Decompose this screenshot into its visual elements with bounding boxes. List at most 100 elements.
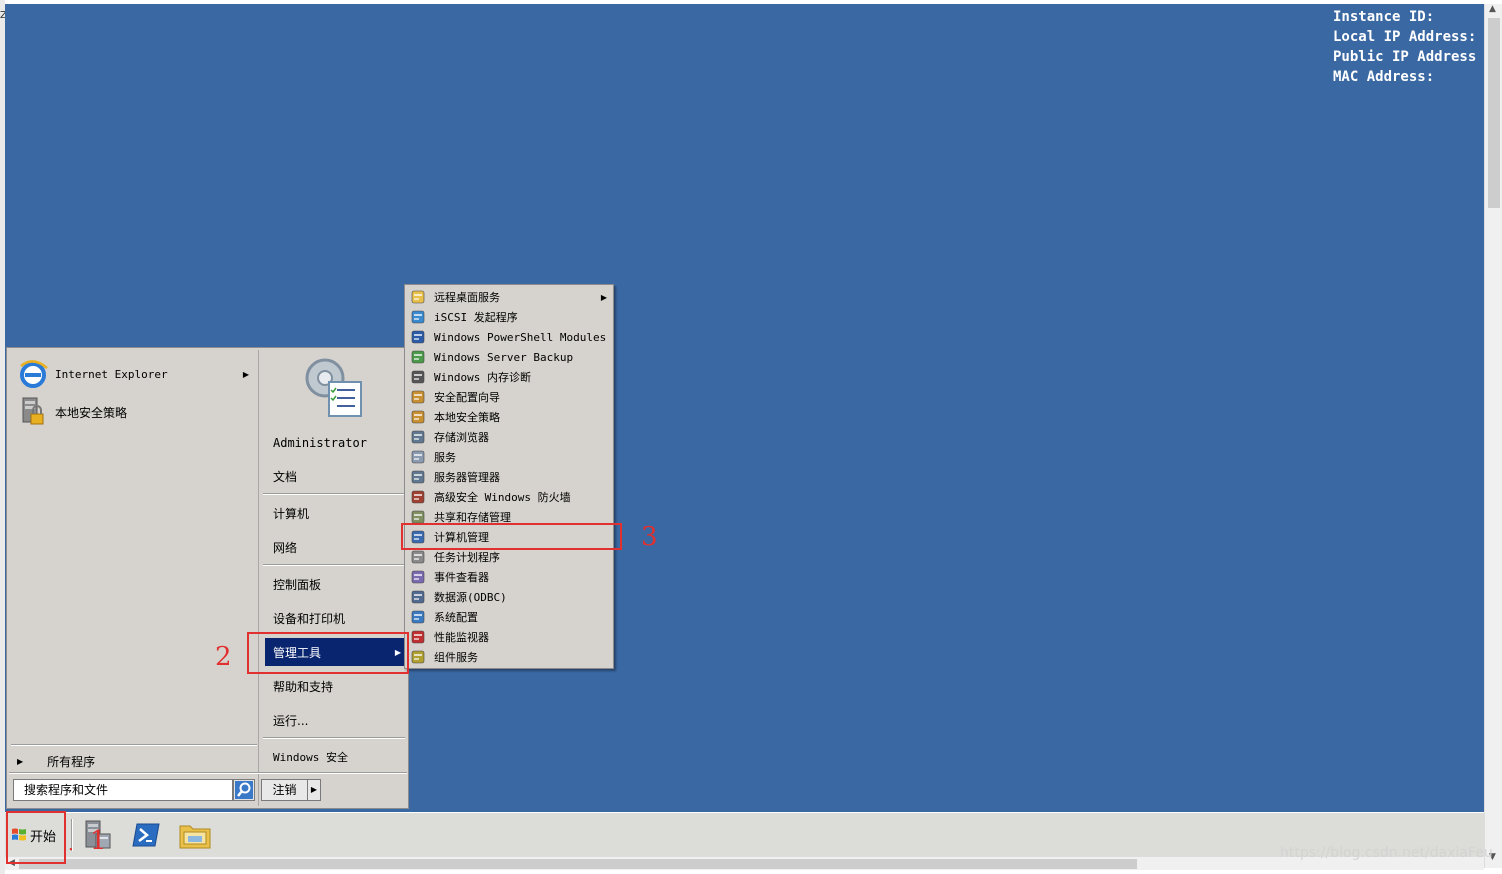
admin-tool-label: Windows Server Backup	[434, 350, 574, 364]
places-divider	[263, 493, 405, 495]
powershell-icon	[410, 329, 426, 345]
search-button[interactable]	[233, 779, 255, 801]
user-folder-link[interactable]: Administrator	[265, 429, 407, 457]
local-security-policy-icon	[22, 397, 44, 425]
performance-monitor-icon	[410, 629, 426, 645]
admin-tool-task-scheduler[interactable]: 任务计划程序	[407, 547, 611, 567]
places-divider	[263, 564, 405, 566]
admin-tool-performance-monitor[interactable]: 性能监视器	[407, 627, 611, 647]
horizontal-scrollbar[interactable]: ◀	[5, 856, 1484, 870]
logoff-button[interactable]: 注销 ▶	[261, 779, 321, 801]
devices-printers-link[interactable]: 设备和打印机	[265, 604, 407, 632]
start-menu: Internet Explorer ▶ 本地安全策略 ▶ 所有程序 Admini…	[6, 347, 409, 809]
admin-tool-label: 任务计划程序	[434, 551, 500, 564]
instance-id-label: Instance ID:	[1333, 9, 1435, 25]
mac-address-label: MAC Address:	[1333, 69, 1435, 85]
firewall-icon	[410, 489, 426, 505]
admin-tool-label: 系统配置	[434, 611, 478, 624]
submenu-arrow-icon: ▶	[600, 292, 607, 302]
explorer-folder-icon	[179, 825, 211, 849]
backup-icon	[410, 349, 426, 365]
admin-tool-label: 组件服务	[434, 651, 478, 664]
folder-icon	[410, 289, 426, 305]
admin-tool-storage-explorer[interactable]: 存储浏览器	[407, 427, 611, 447]
annotation-label-3: 3	[641, 522, 658, 552]
admin-tool-services[interactable]: 服务	[407, 447, 611, 467]
admin-tool-backup[interactable]: Windows Server Backup	[407, 347, 611, 367]
annotation-box-2	[247, 632, 409, 674]
help-support-link[interactable]: 帮助和支持	[265, 672, 407, 700]
admin-tool-label: Windows 内存诊断	[434, 371, 531, 384]
admin-tool-odbc[interactable]: 数据源(ODBC)	[407, 587, 611, 607]
shutdown-options-arrow-icon[interactable]: ▶	[308, 780, 320, 800]
all-programs-button[interactable]: ▶ 所有程序	[17, 750, 253, 772]
server-manager-icon	[410, 469, 426, 485]
search-icon	[235, 781, 253, 799]
admin-tool-label: 安全配置向导	[434, 391, 500, 404]
logoff-label: 注销	[262, 780, 308, 800]
admin-tool-label: iSCSI 发起程序	[434, 311, 518, 324]
storage-explorer-icon	[410, 429, 426, 445]
odbc-icon	[410, 589, 426, 605]
admin-tool-powershell[interactable]: Windows PowerShell Modules	[407, 327, 611, 347]
task-scheduler-icon	[410, 549, 426, 565]
memory-diagnostic-icon	[410, 369, 426, 385]
admin-tool-label: 远程桌面服务	[434, 291, 500, 304]
admin-tool-label: 事件查看器	[434, 571, 489, 584]
computer-link[interactable]: 计算机	[265, 499, 407, 527]
search-divider	[9, 772, 407, 774]
submenu-arrow-icon: ▶	[242, 369, 249, 379]
admin-tool-label: 服务	[434, 451, 456, 464]
horizontal-scroll-thumb[interactable]	[19, 859, 1137, 869]
public-ip-label: Public IP Address	[1333, 49, 1477, 65]
admin-tool-label: 服务器管理器	[434, 471, 500, 484]
event-viewer-icon	[410, 569, 426, 585]
admin-tool-local-security-policy[interactable]: 本地安全策略	[407, 407, 611, 427]
annotation-box-3	[401, 523, 622, 550]
admin-tool-label: 本地安全策略	[434, 411, 500, 424]
programs-divider	[11, 744, 257, 746]
search-input[interactable]: 搜索程序和文件	[13, 779, 233, 801]
vertical-scrollbar[interactable]: ▲ ▼	[1484, 4, 1502, 868]
control-panel-link[interactable]: 控制面板	[265, 570, 407, 598]
admin-tool-label: 数据源(ODBC)	[434, 591, 507, 604]
admin-tool-folder[interactable]: 远程桌面服务 ▶	[407, 287, 611, 307]
windows-security-label: Windows 安全	[273, 751, 348, 764]
expand-arrow-icon: ▶	[17, 756, 24, 766]
pinned-local-security-policy[interactable]: 本地安全策略	[17, 394, 253, 430]
vertical-scroll-thumb[interactable]	[1488, 18, 1500, 208]
admin-tool-label: Windows PowerShell Modules	[434, 330, 607, 344]
component-services-icon	[410, 649, 426, 665]
documents-link[interactable]: 文档	[265, 462, 407, 490]
powershell-icon	[132, 823, 160, 847]
pinned-item-label: 本地安全策略	[55, 405, 128, 420]
start-menu-places-pane: Administrator 文档 计算机 网络 控制面板 设备和打印机 管理工具…	[261, 350, 407, 806]
local-ip-label: Local IP Address:	[1333, 29, 1477, 45]
admin-tool-server-manager[interactable]: 服务器管理器	[407, 467, 611, 487]
annotation-label-1: 1	[90, 826, 107, 856]
network-link[interactable]: 网络	[265, 533, 407, 561]
admin-tool-system-config[interactable]: 系统配置	[407, 607, 611, 627]
annotation-dot: .	[68, 834, 74, 855]
pinned-item-label: Internet Explorer	[55, 367, 168, 381]
globe-icon	[410, 309, 426, 325]
admin-tool-event-viewer[interactable]: 事件查看器	[407, 567, 611, 587]
internet-explorer-icon	[20, 360, 48, 388]
user-picture-icon	[305, 358, 362, 417]
pinned-internet-explorer[interactable]: Internet Explorer ▶	[17, 356, 253, 392]
scroll-up-arrow-icon[interactable]: ▲	[1489, 4, 1496, 14]
windows-security-link[interactable]: Windows 安全	[265, 743, 407, 771]
admin-tool-firewall[interactable]: 高级安全 Windows 防火墙	[407, 487, 611, 507]
run-link[interactable]: 运行...	[265, 706, 407, 734]
services-icon	[410, 449, 426, 465]
admin-tool-memory-diagnostic[interactable]: Windows 内存诊断	[407, 367, 611, 387]
admin-tool-label: 高级安全 Windows 防火墙	[434, 491, 571, 504]
taskbar-powershell[interactable]	[129, 818, 163, 852]
annotation-label-2: 2	[215, 642, 232, 672]
admin-tool-globe[interactable]: iSCSI 发起程序	[407, 307, 611, 327]
admin-tool-component-services[interactable]: 组件服务	[407, 647, 611, 667]
taskbar-explorer[interactable]	[178, 818, 212, 852]
admin-tool-security-wizard[interactable]: 安全配置向导	[407, 387, 611, 407]
local-security-policy-icon	[410, 409, 426, 425]
taskbar: 开始	[5, 812, 1484, 856]
